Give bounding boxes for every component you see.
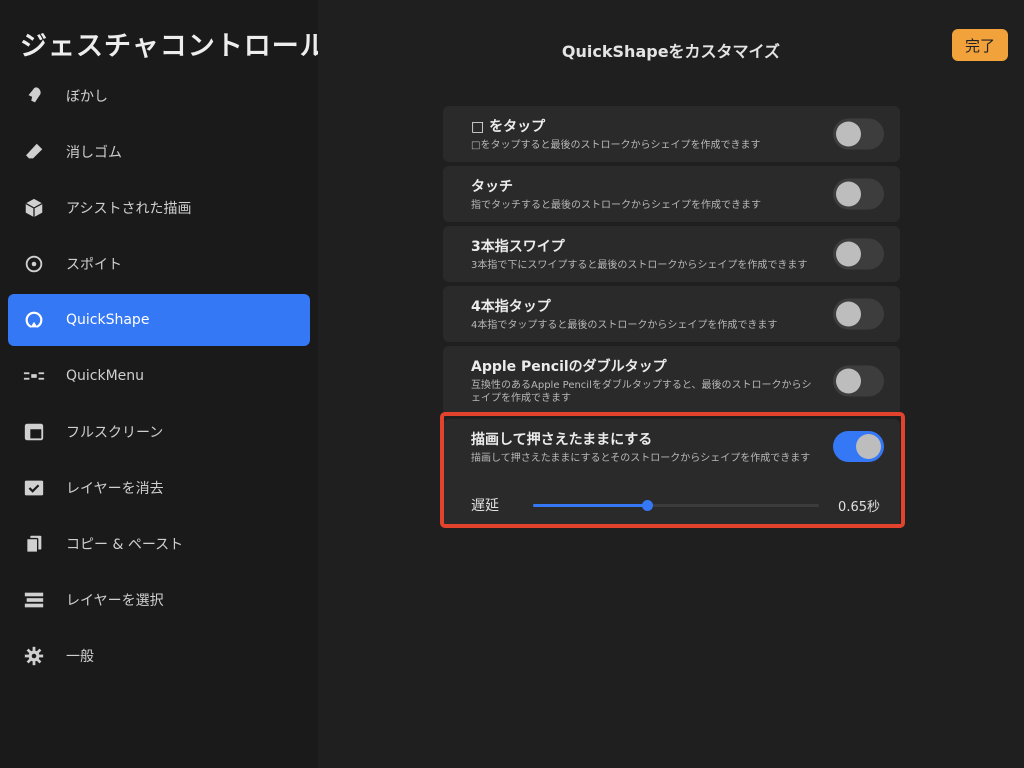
setting-description: 互換性のあるApple Pencilをダブルタップすると、最後のストロークからシ… [471, 380, 812, 404]
settings-list: □ をタップ □をタップすると最後のストロークからシェイプを作成できます タッチ… [443, 106, 900, 527]
toggle-knob [836, 241, 861, 267]
draw-and-hold-toggle[interactable] [833, 431, 884, 462]
sidebar-item-label: フルスクリーン [66, 425, 164, 441]
done-button[interactable]: 完了 [952, 29, 1008, 61]
toggle-knob [836, 368, 861, 393]
four-finger-tap-toggle[interactable] [833, 298, 884, 330]
setting-description: 指でタッチすると最後のストロークからシェイプを作成できます [471, 200, 761, 211]
sidebar-item-label: レイヤーを選択 [66, 593, 164, 609]
fullscreen-icon [22, 420, 46, 444]
sidebar-item-general[interactable]: 一般 [8, 630, 310, 682]
quickmenu-icon [22, 364, 46, 388]
setting-row-touch: タッチ 指でタッチすると最後のストロークからシェイプを作成できます [443, 166, 900, 222]
sidebar-title: ジェスチャコントロール [20, 31, 328, 62]
eyedropper-icon [22, 252, 46, 276]
setting-title: 描画して押さえたままにする [471, 432, 653, 448]
sidebar-item-label: QuickMenu [66, 368, 145, 384]
setting-title: 4本指タップ [471, 299, 551, 315]
setting-row-draw-and-hold: 描画して押さえたままにする 描画して押さえたままにするとそのストロークからシェイ… [443, 419, 900, 527]
sidebar-item-assisted-drawing[interactable]: アシストされた描画 [8, 182, 310, 234]
sidebar-item-layer-select[interactable]: レイヤーを選択 [8, 574, 310, 626]
toggle-knob [856, 434, 881, 459]
setting-title: □ をタップ [471, 119, 546, 135]
tap-square-toggle[interactable] [833, 118, 884, 150]
apple-pencil-double-tap-toggle[interactable] [833, 365, 884, 396]
toggle-knob [836, 301, 861, 327]
touch-toggle[interactable] [833, 178, 884, 210]
sidebar-item-label: レイヤーを消去 [66, 481, 164, 497]
setting-description: 描画して押さえたままにするとそのストロークからシェイプを作成できます [471, 453, 811, 464]
sidebar-item-eraser[interactable]: 消しゴム [8, 126, 310, 178]
smudge-icon [22, 84, 46, 108]
setting-row-apple-pencil-double-tap: Apple Pencilのダブルタップ 互換性のあるApple Pencilをダ… [443, 346, 900, 415]
delay-slider-fill [533, 503, 648, 507]
sidebar-item-fullscreen[interactable]: フルスクリーン [8, 406, 310, 458]
setting-row-three-finger-swipe: 3本指スワイプ 3本指で下にスワイプすると最後のストロークからシェイプを作成でき… [443, 226, 900, 282]
layer-select-icon [22, 588, 46, 612]
sidebar-item-label: 消しゴム [66, 145, 122, 161]
setting-title: 3本指スワイプ [471, 239, 565, 255]
sidebar-item-smudge[interactable]: ぼかし [8, 70, 310, 122]
sidebar-item-quickmenu[interactable]: QuickMenu [8, 350, 310, 402]
clear-layer-icon [22, 476, 46, 500]
sidebar-item-label: コピー & ペースト [66, 537, 184, 553]
cube-icon [22, 196, 46, 220]
copy-paste-icon [22, 532, 46, 556]
sidebar-list: ぼかし 消しゴム アシストされた描画 スポイト QuickShape Quick… [8, 70, 310, 686]
delay-value: 0.65秒 [838, 499, 880, 515]
quickshape-icon [22, 308, 46, 332]
three-finger-swipe-toggle[interactable] [833, 238, 884, 270]
sidebar-item-label: QuickShape [66, 312, 150, 328]
setting-title: タッチ [471, 179, 513, 195]
setting-description: 4本指でタップすると最後のストロークからシェイプを作成できます [471, 320, 778, 331]
sidebar-item-label: ぼかし [66, 89, 108, 105]
setting-row-tap-square: □ をタップ □をタップすると最後のストロークからシェイプを作成できます [443, 106, 900, 162]
sidebar-item-copy-paste[interactable]: コピー & ペースト [8, 518, 310, 570]
page-title: QuickShapeをカスタマイズ [561, 42, 781, 61]
sidebar-item-label: スポイト [66, 257, 122, 273]
gear-icon [22, 644, 46, 668]
sidebar-item-label: アシストされた描画 [66, 201, 192, 217]
setting-description: □をタップすると最後のストロークからシェイプを作成できます [471, 140, 761, 151]
setting-row-four-finger-tap: 4本指タップ 4本指でタップすると最後のストロークからシェイプを作成できます [443, 286, 900, 342]
setting-description: 3本指で下にスワイプすると最後のストロークからシェイプを作成できます [471, 260, 808, 271]
sidebar-item-clear-layer[interactable]: レイヤーを消去 [8, 462, 310, 514]
setting-title: Apple Pencilのダブルタップ [471, 359, 667, 375]
eraser-icon [22, 140, 46, 164]
delay-slider-row: 遅延 0.65秒 [471, 495, 880, 515]
sidebar-item-quickshape[interactable]: QuickShape [8, 294, 310, 346]
delay-label: 遅延 [471, 498, 499, 514]
toggle-knob [836, 181, 861, 207]
sidebar-item-label: 一般 [66, 649, 94, 665]
sidebar: ジェスチャコントロール ぼかし 消しゴム アシストされた描画 スポイト Quic… [0, 0, 327, 768]
main-panel: QuickShapeをカスタマイズ 完了 □ をタップ □をタップすると最後のス… [318, 0, 1024, 768]
delay-slider[interactable] [533, 499, 819, 511]
sidebar-item-eyedropper[interactable]: スポイト [8, 238, 310, 290]
toggle-knob [836, 121, 861, 147]
delay-slider-thumb[interactable] [642, 499, 654, 511]
